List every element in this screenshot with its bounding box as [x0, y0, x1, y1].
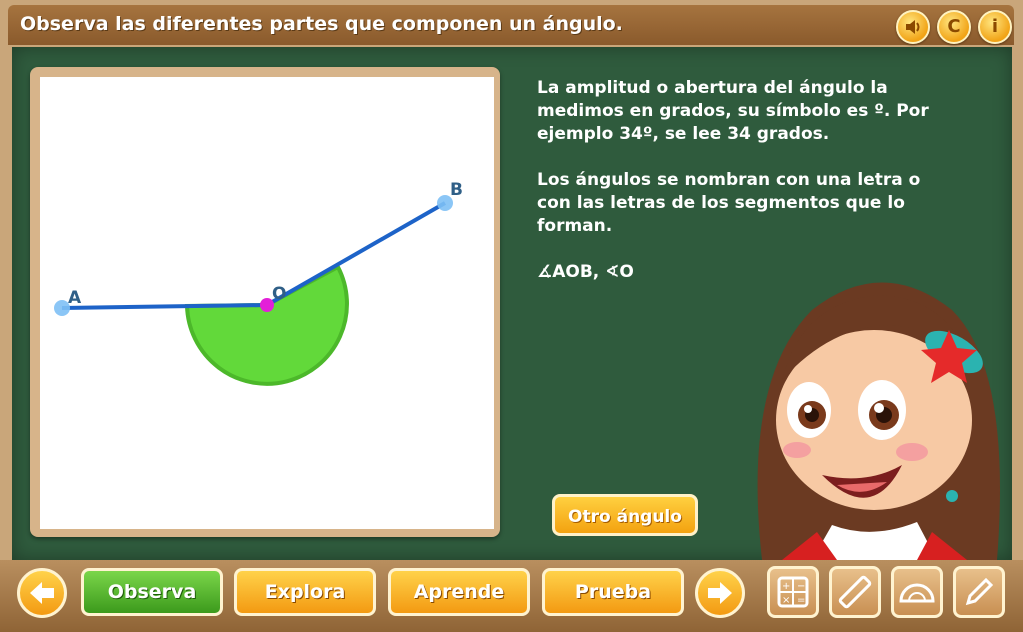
svg-text:−: − [797, 581, 805, 592]
arrow-left-icon [30, 582, 54, 604]
svg-text:=: = [797, 595, 805, 606]
speaker-icon [906, 20, 920, 34]
credits-button[interactable]: C [937, 10, 971, 44]
arrow-right-icon [708, 582, 732, 604]
ruler-button[interactable] [829, 566, 881, 618]
protractor-button[interactable] [891, 566, 943, 618]
next-button[interactable] [695, 568, 745, 618]
ray-ob [266, 201, 446, 307]
diagram-canvas: A O B [40, 77, 494, 529]
svg-text:+: + [782, 581, 790, 592]
label-a: A [68, 288, 82, 308]
calculator-button[interactable]: + − × = [767, 566, 819, 618]
ruler-icon [838, 575, 872, 609]
label-o: O [272, 284, 286, 304]
tab-explora[interactable]: Explora [234, 568, 376, 616]
explanation-paragraph-1: La amplitud o abertura del ángulo la med… [537, 78, 929, 144]
label-b: B [450, 180, 463, 200]
title-bar: Observa las diferentes partes que compon… [8, 5, 1014, 45]
previous-button[interactable] [17, 568, 67, 618]
other-angle-button[interactable]: Otro ángulo [552, 494, 698, 536]
angle-arc [184, 264, 349, 386]
app-window: Observa las diferentes partes que compon… [0, 0, 1023, 632]
calculator-icon: + − × = [777, 576, 809, 608]
tab-prueba[interactable]: Prueba [542, 568, 684, 616]
pencil-button[interactable] [953, 566, 1005, 618]
angle-diagram: A O B [54, 180, 463, 386]
sound-button[interactable] [896, 10, 930, 44]
explanation-paragraph-2: Los ángulos se nombran con una letra o c… [537, 170, 921, 236]
tab-observa[interactable]: Observa [81, 568, 223, 616]
svg-text:×: × [782, 595, 790, 606]
diagram-frame: A O B [30, 67, 500, 537]
pencil-icon [965, 577, 994, 606]
page-title: Observa las diferentes partes que compon… [20, 13, 623, 35]
tab-aprende[interactable]: Aprende [388, 568, 530, 616]
chalkboard: A O B La amplitud o abertura del ángulo … [12, 47, 1012, 560]
info-button[interactable]: i [978, 10, 1012, 44]
girl-character [757, 282, 1000, 560]
protractor-icon [899, 583, 935, 603]
bottom-toolbar: Observa Explora Aprende Prueba + − × = [0, 560, 1023, 632]
